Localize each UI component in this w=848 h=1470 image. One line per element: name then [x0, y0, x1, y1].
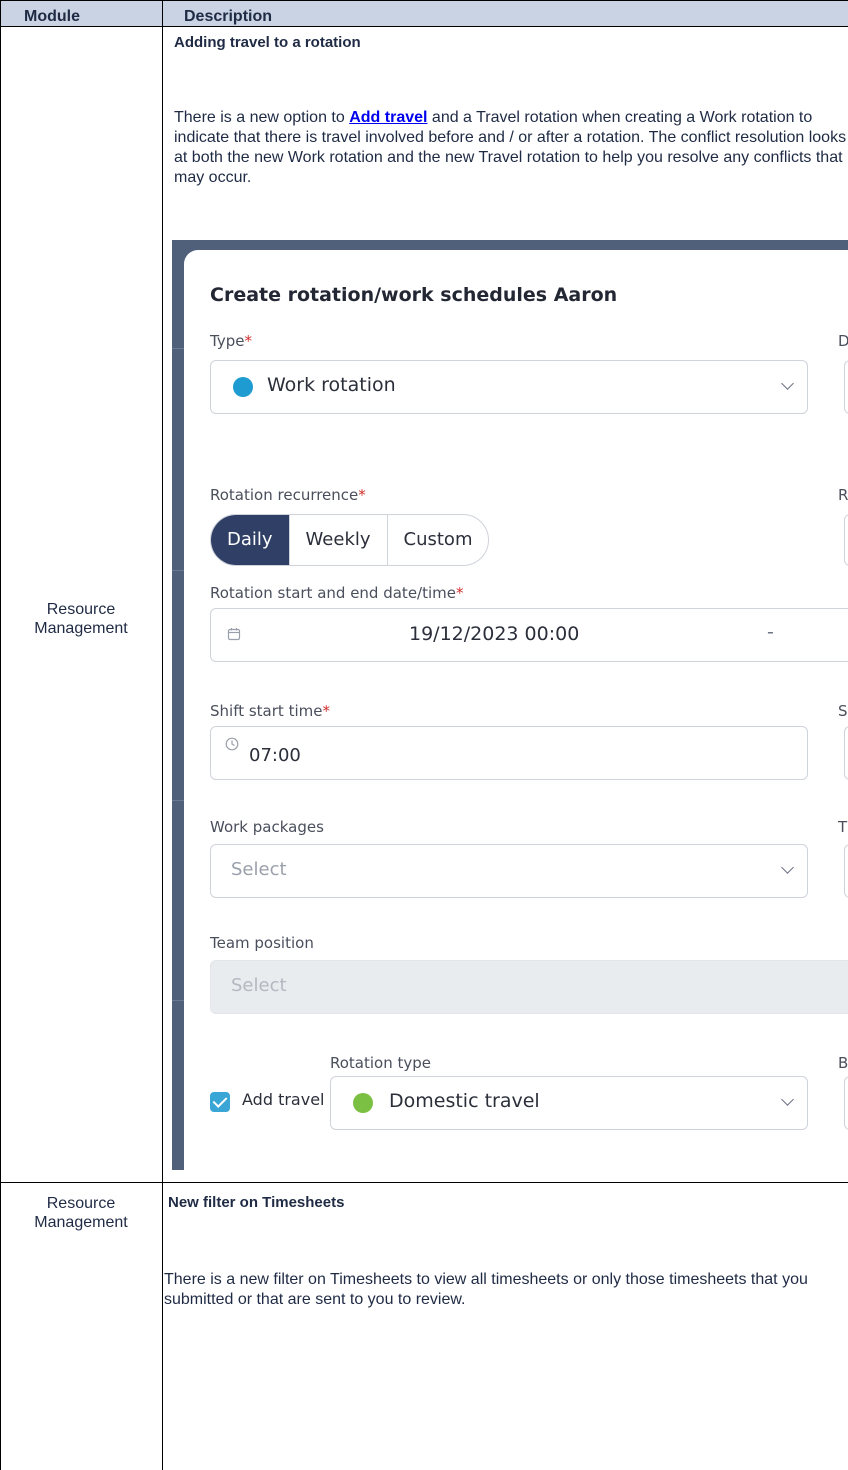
recurrence-daily-option[interactable]: Daily: [211, 515, 289, 565]
work-packages-label: Work packages: [210, 818, 324, 836]
right-field-partial: [844, 844, 848, 898]
row1-module-label: Resource Management: [34, 601, 128, 637]
shift-start-label: Shift start time*: [210, 702, 330, 720]
team-position-label: Team position: [210, 934, 314, 952]
recurrence-segmented-control: Daily Weekly Custom: [210, 514, 490, 566]
rotation-type-select[interactable]: Domestic travel: [330, 1076, 808, 1130]
shift-start-label-text: Shift start time: [210, 702, 323, 720]
right-field-partial: [844, 1076, 848, 1130]
row2-paragraph: There is a new filter on Timesheets to v…: [164, 1271, 808, 1308]
recurrence-label-text: Rotation recurrence: [210, 486, 359, 504]
chevron-down-icon: [781, 1093, 794, 1106]
add-travel-label: Add travel: [242, 1090, 325, 1109]
recurrence-weekly-option[interactable]: Weekly: [288, 515, 387, 565]
domestic-travel-color-dot: [353, 1093, 373, 1113]
type-label-text: Type: [210, 332, 245, 350]
recurrence-custom-option[interactable]: Custom: [386, 515, 489, 565]
shift-start-value: 07:00: [249, 745, 301, 766]
table-column-divider: [162, 0, 163, 1470]
chevron-down-icon: [781, 377, 794, 390]
date-range-input[interactable]: 19/12/2023 00:00 -: [210, 608, 848, 662]
date-range-label: Rotation start and end date/time*: [210, 584, 463, 602]
add-travel-link[interactable]: Add travel: [349, 109, 427, 126]
table-header-row: Module Description: [0, 0, 848, 27]
right-field-label-partial: S: [838, 702, 848, 720]
row2-section-title: New filter on Timesheets: [168, 1194, 345, 1211]
table-row-divider: [0, 1182, 848, 1183]
work-rotation-color-dot: [233, 377, 253, 397]
row2-module-label: Resource Management: [34, 1195, 128, 1231]
clock-icon: [225, 737, 239, 751]
date-range-separator: -: [767, 621, 774, 643]
right-field-label-partial: B: [838, 1054, 848, 1072]
chevron-down-icon: [781, 861, 794, 874]
date-range-label-text: Rotation start and end date/time: [210, 584, 456, 602]
create-rotation-screenshot: Create rotation/work schedules Aaron Typ…: [172, 240, 848, 1170]
right-field-label-partial: D: [838, 332, 848, 350]
right-field-partial: [844, 360, 848, 414]
row1-paragraph: There is a new option to Add travel and …: [174, 108, 848, 188]
table-border-left: [0, 0, 1, 1470]
right-field-label-partial: T: [838, 818, 848, 836]
rotation-type-label: Rotation type: [330, 1054, 432, 1072]
right-field-partial: [844, 726, 848, 780]
type-select[interactable]: Work rotation: [210, 360, 808, 414]
required-marker: *: [244, 332, 252, 350]
required-marker: *: [322, 702, 330, 720]
right-field-label-partial: R: [838, 486, 848, 504]
calendar-icon: [227, 628, 241, 641]
description-column-header: Description: [184, 8, 273, 25]
work-packages-select[interactable]: Select: [210, 844, 808, 898]
type-value: Work rotation: [267, 374, 396, 396]
type-label: Type*: [210, 332, 252, 350]
team-position-select: Select: [210, 960, 848, 1014]
module-column-header: Module: [24, 8, 80, 25]
right-field-partial: [844, 514, 848, 566]
required-marker: *: [358, 486, 366, 504]
date-start-value: 19/12/2023 00:00: [409, 623, 580, 645]
row1-paragraph-text-start: There is a new option to: [174, 109, 350, 126]
recurrence-label: Rotation recurrence*: [210, 486, 366, 504]
rotation-type-value: Domestic travel: [389, 1090, 540, 1112]
shift-start-time-input[interactable]: 07:00: [210, 726, 808, 780]
required-marker: *: [455, 584, 464, 602]
create-rotation-dialog: Create rotation/work schedules Aaron Typ…: [184, 250, 848, 1170]
add-travel-checkbox[interactable]: [210, 1092, 230, 1112]
work-packages-placeholder: Select: [231, 859, 287, 880]
dialog-title: Create rotation/work schedules Aaron: [210, 284, 618, 306]
row1-section-title: Adding travel to a rotation: [174, 34, 361, 51]
team-position-placeholder: Select: [231, 975, 287, 996]
